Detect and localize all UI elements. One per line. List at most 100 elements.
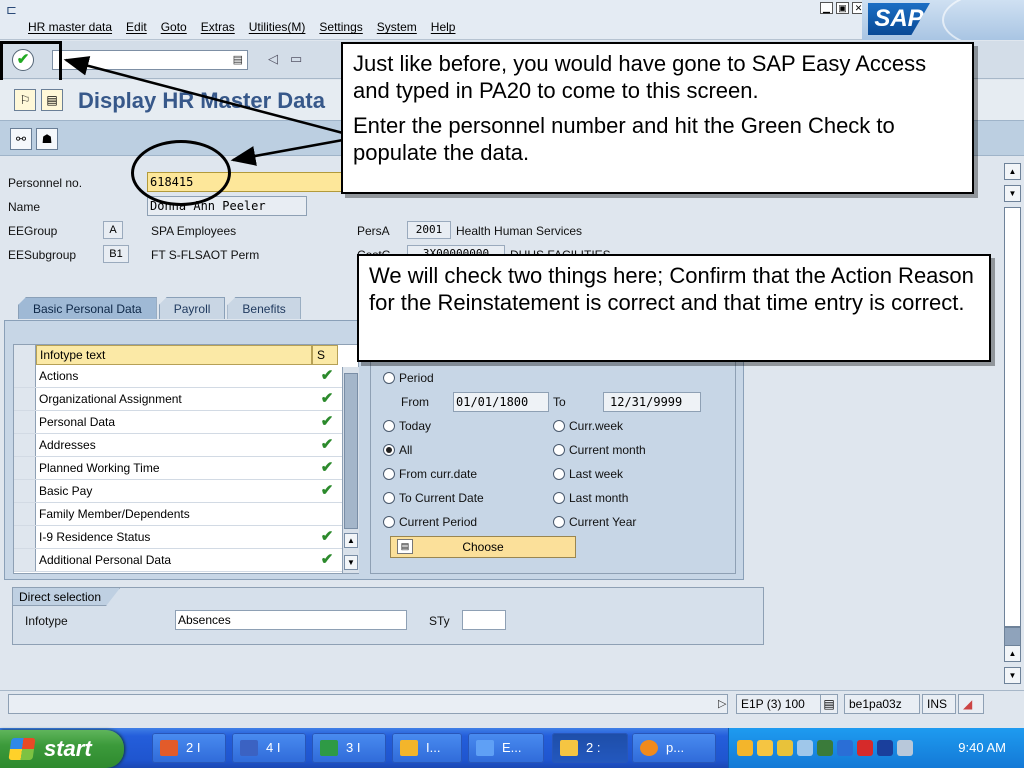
column-infotype-text[interactable]: Infotype text [36, 345, 312, 365]
row-selector[interactable] [14, 549, 36, 571]
table-row[interactable]: I-9 Residence Status ✔ [14, 526, 342, 549]
radio-all[interactable]: All [383, 443, 412, 457]
radio-dot[interactable] [383, 468, 395, 480]
tab-payroll[interactable]: Payroll [158, 297, 226, 319]
table-row[interactable]: Basic Pay ✔ [14, 480, 342, 503]
table-row[interactable]: Actions ✔ [14, 365, 342, 388]
radio-curr-week[interactable]: Curr.week [553, 419, 623, 433]
system-menu-icon[interactable]: ⊏ [6, 2, 17, 18]
menu-settings[interactable]: Settings [319, 20, 362, 34]
radio-dot[interactable] [553, 444, 565, 456]
table-row[interactable]: Family Member/Dependents [14, 503, 342, 526]
tray-settings-icon[interactable] [897, 740, 913, 756]
radio-to-current-date[interactable]: To Current Date [383, 491, 484, 505]
choose-button[interactable]: ▤ Choose [390, 536, 576, 558]
from-date-input[interactable]: 01/01/1800 [453, 392, 549, 412]
taskbar-item-outlook[interactable]: I... [392, 733, 462, 763]
row-selector[interactable] [14, 365, 36, 387]
tray-network-icon[interactable] [817, 740, 833, 756]
tray-sap-icon[interactable] [757, 740, 773, 756]
radio-current-year[interactable]: Current Year [553, 515, 636, 529]
radio-from-curr-date[interactable]: From curr.date [383, 467, 477, 481]
scroll-up-icon[interactable]: ▲ [344, 533, 358, 548]
menu-goto[interactable]: Goto [161, 20, 187, 34]
command-history-icon[interactable]: ▤ [233, 53, 243, 66]
overview-icon[interactable]: ▤ [41, 89, 63, 111]
radio-dot[interactable] [383, 516, 395, 528]
radio-dot[interactable] [553, 516, 565, 528]
scroll-down-icon[interactable]: ▼ [1004, 185, 1021, 202]
radio-last-month[interactable]: Last month [553, 491, 628, 505]
table-scroll-thumb[interactable] [344, 373, 358, 529]
table-row[interactable]: Personal Data ✔ [14, 411, 342, 434]
tray-play-icon[interactable] [877, 740, 893, 756]
back-icon[interactable]: ◁ [268, 51, 278, 67]
row-selector[interactable] [14, 388, 36, 410]
scroll-track[interactable] [1004, 207, 1021, 627]
radio-dot[interactable] [553, 420, 565, 432]
radio-current-period[interactable]: Current Period [383, 515, 477, 529]
tray-outlook-icon[interactable] [737, 740, 753, 756]
infotype-icon[interactable]: ⚐ [14, 89, 36, 111]
row-selector[interactable] [14, 480, 36, 502]
radio-dot-selected[interactable] [383, 444, 395, 456]
page-scrollbar[interactable]: ▲ ▼ ▲ ▼ [1004, 163, 1022, 687]
radio-current-month[interactable]: Current month [553, 443, 646, 457]
scroll-up-icon[interactable]: ▲ [1004, 163, 1021, 180]
system-list-icon[interactable]: ▤ [820, 694, 838, 714]
menu-utilities[interactable]: Utilities(M) [249, 20, 306, 34]
table-row[interactable]: Addresses ✔ [14, 434, 342, 457]
row-selector[interactable] [14, 434, 36, 456]
table-row[interactable]: Organizational Assignment ✔ [14, 388, 342, 411]
save-icon[interactable]: ▭ [290, 51, 302, 67]
taskbar-group-excel[interactable]: 3 I [312, 733, 386, 763]
scroll-down-icon[interactable]: ▼ [344, 555, 358, 570]
tray-pen-icon[interactable] [777, 740, 793, 756]
tray-monitor-icon[interactable] [837, 740, 853, 756]
taskbar-group-word[interactable]: 4 I [232, 733, 306, 763]
infotype-input[interactable]: Absences [175, 610, 407, 630]
maximize-icon[interactable]: ▣ [836, 2, 849, 14]
table-scrollbar[interactable]: ▲ ▼ [342, 367, 359, 573]
sty-input[interactable] [462, 610, 506, 630]
start-button[interactable]: start [0, 730, 124, 768]
radio-dot[interactable] [383, 372, 395, 384]
scroll-down-icon[interactable]: ▼ [1004, 667, 1021, 684]
scroll-thumb[interactable] [1004, 627, 1021, 647]
radio-dot[interactable] [553, 468, 565, 480]
search-help-icon[interactable]: ⚯ [10, 128, 32, 150]
tray-sound-icon[interactable] [797, 740, 813, 756]
menu-help[interactable]: Help [431, 20, 456, 34]
radio-dot[interactable] [383, 420, 395, 432]
row-selector[interactable] [14, 503, 36, 525]
column-s[interactable]: S [312, 345, 338, 365]
select-all-cell[interactable] [14, 345, 36, 365]
taskbar-item-explorer[interactable]: E... [468, 733, 544, 763]
scroll-up-icon[interactable]: ▲ [1004, 645, 1021, 662]
employee-icon[interactable]: ☗ [36, 128, 58, 150]
table-row[interactable]: Additional Personal Data ✔ [14, 549, 342, 572]
minimize-icon[interactable]: ▁ [820, 2, 833, 14]
insert-mode[interactable]: INS [922, 694, 956, 714]
row-selector[interactable] [14, 411, 36, 433]
menu-extras[interactable]: Extras [201, 20, 235, 34]
table-row[interactable]: Planned Working Time ✔ [14, 457, 342, 480]
status-toggle-icon[interactable]: ▷ [718, 697, 726, 710]
taskbar-group-powerpoint[interactable]: 2 I [152, 733, 226, 763]
radio-dot[interactable] [553, 492, 565, 504]
radio-dot[interactable] [383, 492, 395, 504]
to-date-input[interactable]: 12/31/9999 [603, 392, 701, 412]
menu-system[interactable]: System [377, 20, 417, 34]
radio-today[interactable]: Today [383, 419, 431, 433]
taskbar-group-sap[interactable]: 2 : [552, 733, 628, 763]
row-selector[interactable] [14, 457, 36, 479]
command-field[interactable]: ▤ [52, 50, 248, 70]
radio-period[interactable]: Period [383, 371, 434, 385]
tray-n-icon[interactable] [857, 740, 873, 756]
row-selector[interactable] [14, 526, 36, 548]
menu-hr-master-data[interactable]: HR master data [28, 20, 112, 34]
taskbar-item-firefox[interactable]: p... [632, 733, 716, 763]
tab-basic-personal-data[interactable]: Basic Personal Data [18, 297, 157, 319]
menu-edit[interactable]: Edit [126, 20, 147, 34]
tab-benefits[interactable]: Benefits [227, 297, 301, 319]
